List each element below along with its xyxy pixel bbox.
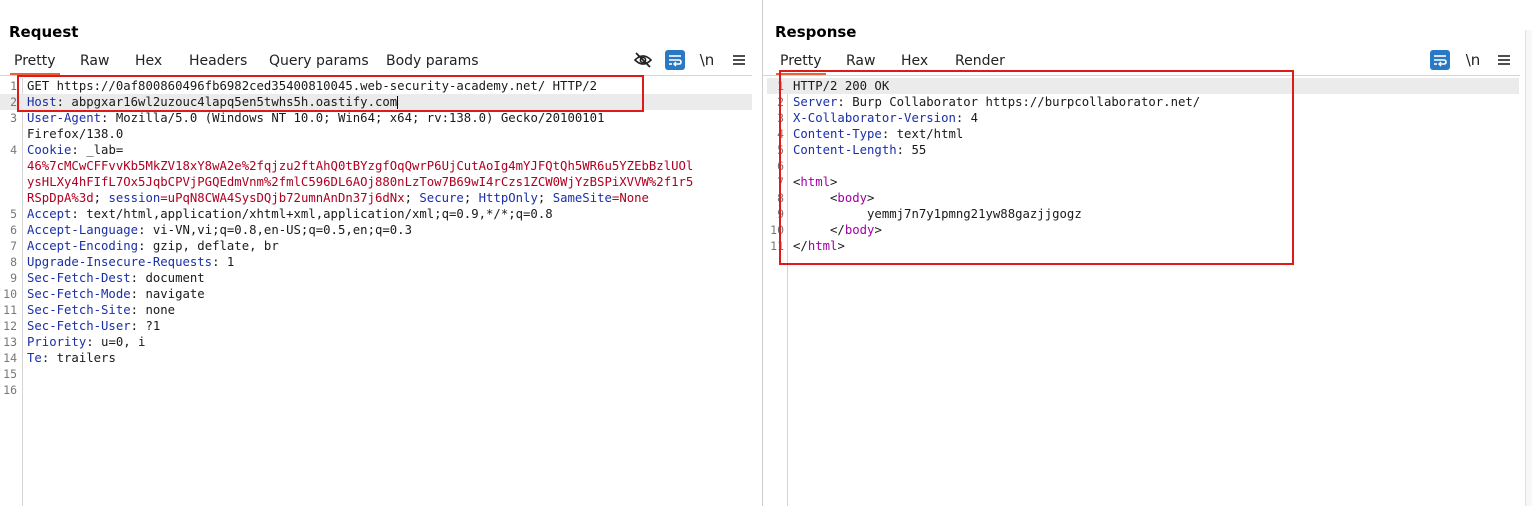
eye-slash-icon[interactable] [633, 50, 653, 70]
header-value: : gzip, deflate, br [138, 239, 279, 253]
response-title: Response [775, 23, 857, 41]
request-pane: Request Pretty Raw Hex Headers Query par… [0, 0, 762, 506]
request-title: Request [9, 23, 79, 41]
cookie-key: SameSite [552, 191, 612, 205]
line-number: 8 [10, 255, 17, 269]
line-number: 13 [3, 335, 17, 349]
menu-icon[interactable] [1494, 50, 1514, 70]
header-key: Sec-Fetch-User [27, 319, 131, 333]
cookie-line: RSpDpA%3d; session=uPqN8CWA4SysDQjb72umn… [27, 191, 649, 205]
header-value: : Mozilla/5.0 (Windows NT 10.0; Win64; x… [101, 111, 605, 125]
word-wrap-icon[interactable] [1430, 50, 1450, 70]
line-number: 4 [10, 143, 17, 157]
line-number: 5 [10, 207, 17, 221]
response-highlight-box [779, 70, 1294, 265]
cookie-value: =uPqN8CWA4SysDQjb72umnAnDn37j6dNx [160, 191, 405, 205]
tab-body-params[interactable]: Body params [386, 53, 479, 69]
line-number: 11 [3, 303, 17, 317]
header-key: Sec-Fetch-Mode [27, 287, 131, 301]
vertical-scrollbar[interactable] [1525, 30, 1532, 506]
header-line: Accept: text/html,application/xhtml+xml,… [27, 206, 553, 222]
tab-hex[interactable]: Hex [901, 53, 928, 69]
cookie-value: =None [611, 191, 649, 205]
line-number: 9 [10, 271, 17, 285]
header-line: Cookie: _lab= [27, 142, 123, 158]
header-line: Priority: u=0, i [27, 334, 145, 350]
tab-pretty[interactable]: Pretty [776, 53, 826, 75]
cookie-flag: Secure [419, 191, 464, 205]
newline-icon[interactable]: \n [697, 50, 717, 70]
response-pane: Response Pretty Raw Hex Render \n 1 HTTP/… [763, 0, 1532, 506]
header-line: Accept-Encoding: gzip, deflate, br [27, 238, 279, 254]
header-value: : 1 [212, 255, 235, 269]
line-number: 12 [3, 319, 17, 333]
header-value: : _lab= [71, 143, 124, 157]
header-line: Sec-Fetch-Mode: navigate [27, 286, 205, 302]
header-key: Accept [27, 207, 72, 221]
header-value: : document [130, 271, 205, 285]
header-value: : ?1 [130, 319, 161, 333]
header-key: Priority [27, 335, 87, 349]
header-value: : vi-VN,vi;q=0.8,en-US;q=0.5,en;q=0.3 [138, 223, 412, 237]
line-number: 2 [10, 95, 17, 109]
line-number: 3 [10, 111, 17, 125]
header-line: Upgrade-Insecure-Requests: 1 [27, 254, 234, 270]
header-value: : navigate [130, 287, 205, 301]
header-key: Accept-Encoding [27, 239, 139, 253]
header-value: : trailers [41, 351, 116, 365]
menu-icon[interactable] [729, 50, 749, 70]
header-value-continued: Firefox/138.0 [27, 127, 124, 141]
header-key: Sec-Fetch-Site [27, 303, 131, 317]
line-number: 6 [10, 223, 17, 237]
line-number: 14 [3, 351, 17, 365]
tab-render[interactable]: Render [955, 53, 1005, 69]
header-value: : u=0, i [86, 335, 146, 349]
newline-icon[interactable]: \n [1463, 50, 1483, 70]
tab-pretty[interactable]: Pretty [10, 53, 60, 75]
header-key: User-Agent [27, 111, 102, 125]
header-line: Sec-Fetch-Dest: document [27, 270, 205, 286]
cookie-value: RSpDpA%3d [27, 191, 94, 205]
cookie-value: 46%7cMCwCFFvvKb5MkZV18xY8wA2e%2fqjzu2ftA… [27, 159, 694, 173]
tab-query-params[interactable]: Query params [269, 53, 369, 69]
tab-raw[interactable]: Raw [80, 53, 109, 69]
line-number: 10 [3, 287, 17, 301]
header-key: Upgrade-Insecure-Requests [27, 255, 213, 269]
header-value: : text/html,application/xhtml+xml,applic… [71, 207, 553, 221]
line-number: 16 [3, 383, 17, 397]
header-line: User-Agent: Mozilla/5.0 (Windows NT 10.0… [27, 110, 604, 126]
tab-headers[interactable]: Headers [189, 53, 247, 69]
header-key: Sec-Fetch-Dest [27, 271, 131, 285]
cookie-flag: HttpOnly [478, 191, 538, 205]
header-key: Te [27, 351, 42, 365]
cookie-key: session [108, 191, 161, 205]
line-number: 15 [3, 367, 17, 381]
cookie-value: ysHLXy4hFIfL7Ox5JqbCPVjPGQEdmVnm%2fmlC59… [27, 175, 694, 189]
header-line: Sec-Fetch-Site: none [27, 302, 175, 318]
line-number: 1 [10, 79, 17, 93]
header-key: Cookie [27, 143, 72, 157]
request-editor[interactable]: 1 GET https://0af800860496fb6982ced354008… [0, 78, 752, 398]
header-line: Sec-Fetch-User: ?1 [27, 318, 160, 334]
header-line: Te: trailers [27, 350, 116, 366]
request-highlight-box [17, 75, 644, 112]
line-number: 7 [10, 239, 17, 253]
header-key: Accept-Language [27, 223, 139, 237]
tab-raw[interactable]: Raw [846, 53, 875, 69]
word-wrap-icon[interactable] [665, 50, 685, 70]
tab-hex[interactable]: Hex [135, 53, 162, 69]
header-line: Accept-Language: vi-VN,vi;q=0.8,en-US;q=… [27, 222, 412, 238]
header-value: : none [130, 303, 176, 317]
